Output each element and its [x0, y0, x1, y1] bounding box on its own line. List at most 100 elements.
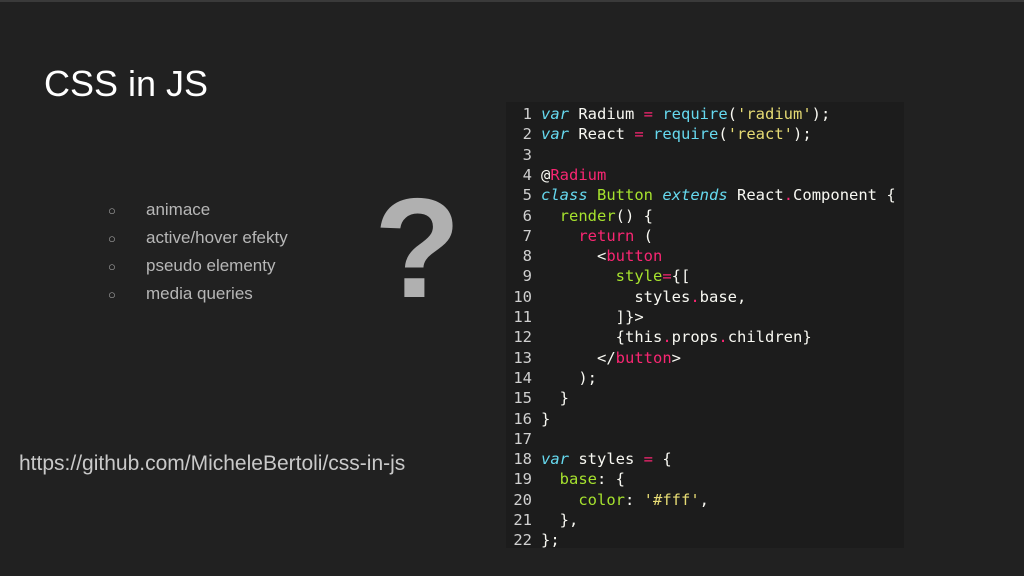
line-number: 1: [522, 105, 532, 123]
code-token: base,: [699, 287, 747, 306]
bullet-marker-icon: ○: [108, 202, 116, 218]
code-token: .: [662, 328, 672, 347]
code-token: );: [811, 105, 831, 123]
code-token: 'react': [727, 125, 794, 144]
question-mark-icon: ?: [374, 169, 461, 328]
code-token: () {: [615, 206, 653, 225]
code-line: 4 @Radium: [506, 165, 904, 185]
bullet-item: ○ animace: [108, 196, 288, 224]
code-line: 21 },: [506, 510, 904, 530]
code-token: render: [559, 206, 616, 225]
bullet-text: pseudo elementy: [146, 256, 276, 275]
line-number: 11: [513, 308, 532, 326]
code-token: =: [634, 125, 644, 144]
code-token: .: [783, 186, 794, 205]
code-line: 15 }: [506, 388, 904, 408]
line-number: 21: [513, 511, 532, 529]
code-line: 1 var Radium = require('radium');: [506, 104, 904, 124]
line-number: 18: [513, 450, 532, 469]
line-number: 19: [513, 470, 532, 489]
code-token: Radium: [569, 105, 644, 123]
bullet-text: media queries: [146, 284, 253, 303]
code-token: children}: [727, 328, 812, 347]
line-number: 6: [522, 206, 532, 225]
line-number: 20: [513, 490, 532, 509]
code-line: 22};: [506, 530, 904, 548]
code-token: return: [578, 226, 635, 245]
code-token: var: [541, 105, 569, 123]
bullet-marker-icon: ○: [108, 230, 116, 246]
code-token: {[: [671, 267, 691, 286]
code-token: React: [569, 125, 635, 144]
code-token: React: [727, 186, 784, 205]
line-number: 12: [513, 328, 532, 347]
code-token: 'radium': [737, 105, 812, 123]
code-token: ]}>: [541, 308, 644, 326]
code-line: 2 var React = require('react');: [506, 124, 904, 144]
code-token: =: [662, 267, 672, 286]
slide-top-border: [0, 0, 1024, 2]
code-token: base: [559, 470, 597, 489]
code-token: @: [541, 165, 551, 184]
code-token: class: [541, 186, 588, 205]
line-number: 13: [513, 348, 532, 367]
slide-title: CSS in JS: [44, 63, 209, 104]
code-token: Component {: [793, 186, 896, 205]
code-line: 10 styles.base,: [506, 287, 904, 307]
code-token: };: [541, 531, 560, 548]
code-token: {this: [541, 328, 663, 347]
line-number: 16: [513, 409, 532, 428]
code-line: 9 style={[: [506, 266, 904, 286]
code-token: extends: [662, 186, 728, 205]
code-token: );: [541, 368, 597, 387]
code-token: color: [578, 490, 625, 509]
line-number: 5: [522, 186, 532, 205]
code-token: =: [643, 105, 653, 123]
code-line: 14 );: [506, 368, 904, 388]
code-token: Button: [597, 186, 654, 205]
code-token: var: [541, 450, 569, 469]
slide: CSS in JS ○ animace ○ active/hover efekt…: [0, 0, 1024, 576]
code-line: 16}: [506, 409, 904, 429]
code-token: );: [793, 125, 812, 144]
bullet-marker-icon: ○: [108, 286, 116, 302]
code-token: }: [541, 409, 551, 428]
code-screenshot: 1 var Radium = require('radium'); 2 var Rea…: [506, 102, 904, 548]
line-number: 4: [522, 165, 532, 184]
line-number: 22: [513, 531, 532, 548]
line-number: 2: [522, 125, 532, 144]
line-number: 9: [522, 267, 532, 286]
bullet-text: animace: [146, 200, 211, 219]
code-token: styles: [541, 287, 691, 306]
code-token: Radium: [550, 165, 607, 184]
code-line: 19 base: {: [506, 469, 904, 489]
code-line: 13 </button>: [506, 348, 904, 368]
bullet-marker-icon: ○: [108, 258, 116, 274]
code-token: },: [541, 511, 579, 529]
code-token: var: [541, 125, 569, 144]
code-token: .: [690, 287, 700, 306]
code-token: (: [727, 105, 738, 123]
code-token: button: [615, 348, 672, 367]
code-token: (: [634, 226, 653, 245]
code-token: style: [615, 267, 663, 286]
code-token: require: [653, 125, 719, 144]
code-token: button: [606, 247, 663, 266]
github-link[interactable]: https://github.com/MicheleBertoli/css-in…: [19, 452, 405, 476]
code-token: ,: [699, 490, 710, 509]
code-line: 18 var styles = {: [506, 449, 904, 469]
code-token: props: [671, 328, 719, 347]
code-line: 12 {this.props.children}: [506, 327, 904, 347]
code-line: 20 color: '#fff',: [506, 490, 904, 510]
bullet-item: ○ pseudo elementy: [108, 252, 288, 280]
line-number: 8: [522, 247, 532, 266]
code-token: <: [541, 247, 607, 266]
line-number: 14: [513, 368, 532, 387]
line-number: 7: [522, 226, 532, 245]
